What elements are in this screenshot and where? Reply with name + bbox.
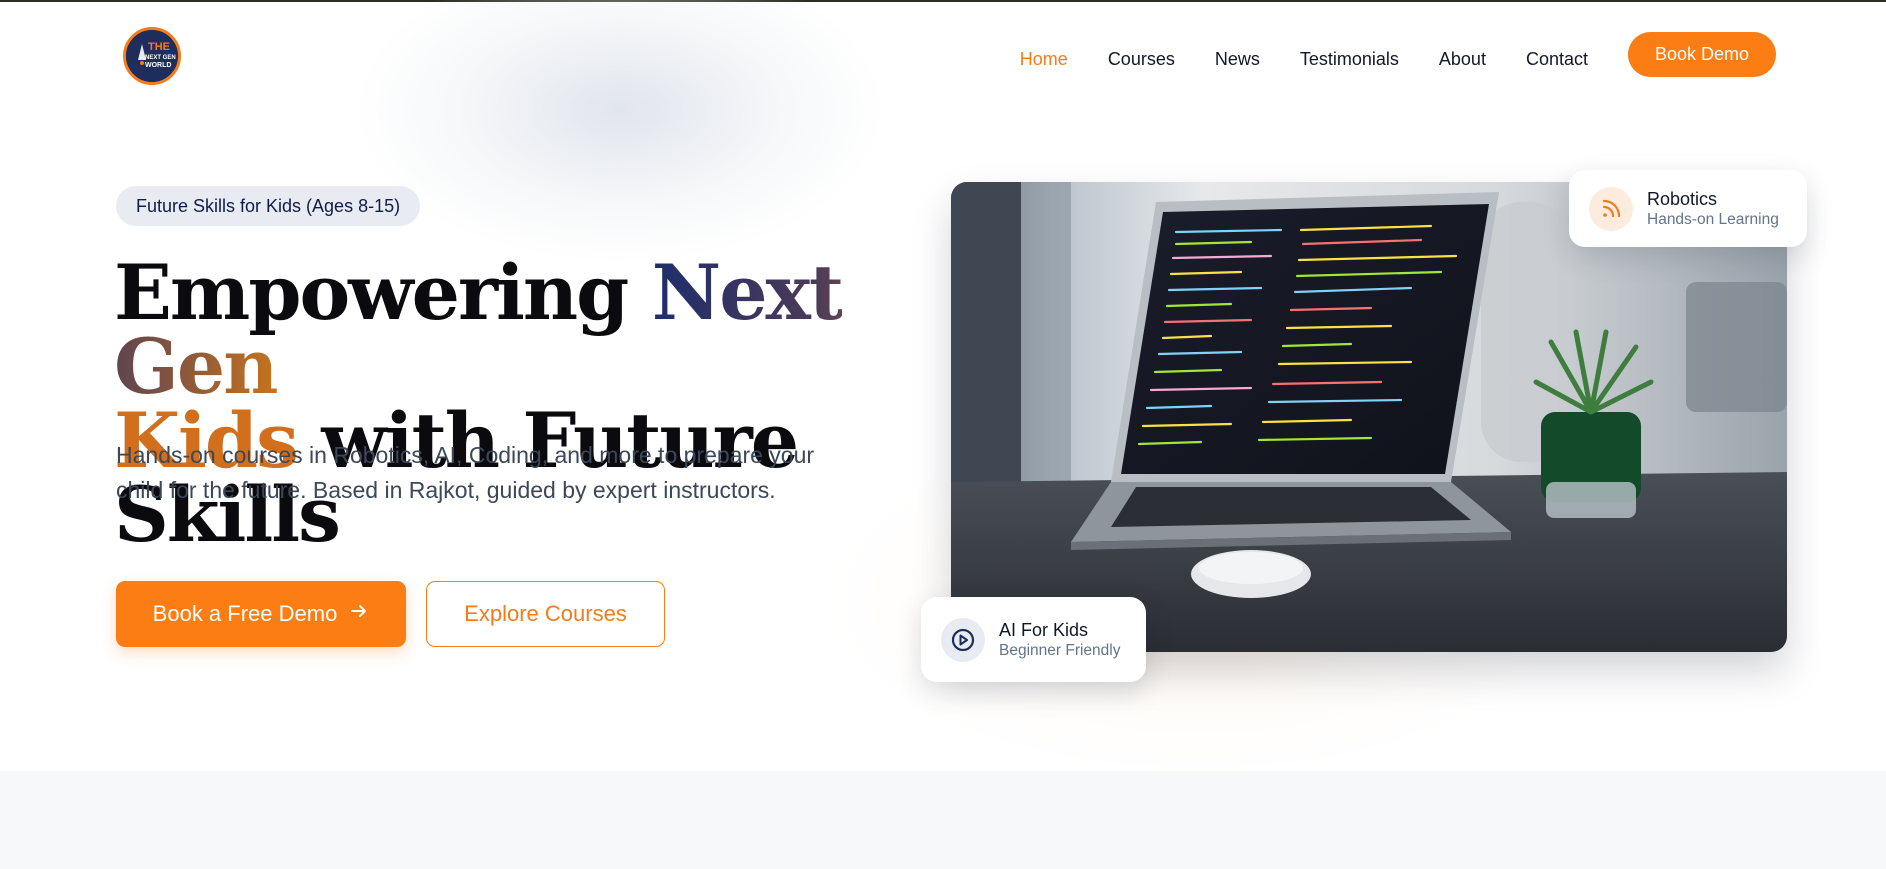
svg-text:NEXT GEN: NEXT GEN [145, 55, 176, 61]
ai-card-title: AI For Kids [999, 619, 1089, 640]
hero-laptop-image [951, 182, 1787, 652]
nav-testimonials[interactable]: Testimonials [1300, 47, 1399, 71]
book-free-demo-button[interactable]: Book a Free Demo [116, 581, 406, 647]
main-nav: Home Courses News Testimonials About Con… [980, 32, 1776, 77]
age-badge: Future Skills for Kids (Ages 8-15) [116, 186, 421, 226]
nav-home[interactable]: Home [1020, 47, 1068, 71]
rss-icon [1589, 186, 1633, 231]
svg-text:WORLD: WORLD [145, 62, 171, 69]
nav-news[interactable]: News [1215, 47, 1260, 71]
top-border [0, 0, 1886, 2]
site-logo[interactable]: THE NEXT GEN WORLD [123, 27, 181, 85]
next-section-band [0, 771, 1886, 869]
book-demo-button[interactable]: Book Demo [1628, 32, 1776, 77]
background-glow [360, 0, 880, 260]
svg-text:THE: THE [148, 41, 170, 53]
nav-about[interactable]: About [1439, 47, 1486, 71]
logo-mark: THE NEXT GEN WORLD [126, 30, 178, 82]
arrow-right-icon [349, 601, 369, 627]
robotics-card-subtitle: Hands-on Learning [1647, 210, 1779, 228]
book-free-demo-label: Book a Free Demo [152, 601, 338, 626]
nav-contact[interactable]: Contact [1526, 47, 1588, 71]
explore-courses-button[interactable]: Explore Courses [426, 581, 665, 647]
ai-card-subtitle: Beginner Friendly [999, 641, 1121, 659]
hero-description: Hands-on courses in Robotics, AI, Coding… [116, 442, 815, 503]
robotics-card[interactable]: Robotics Hands-on Learning [1569, 170, 1807, 247]
play-circle-icon [941, 617, 985, 662]
nav-courses[interactable]: Courses [1108, 47, 1175, 71]
robotics-card-title: Robotics [1647, 188, 1718, 209]
ai-for-kids-card[interactable]: AI For Kids Beginner Friendly [921, 597, 1146, 682]
